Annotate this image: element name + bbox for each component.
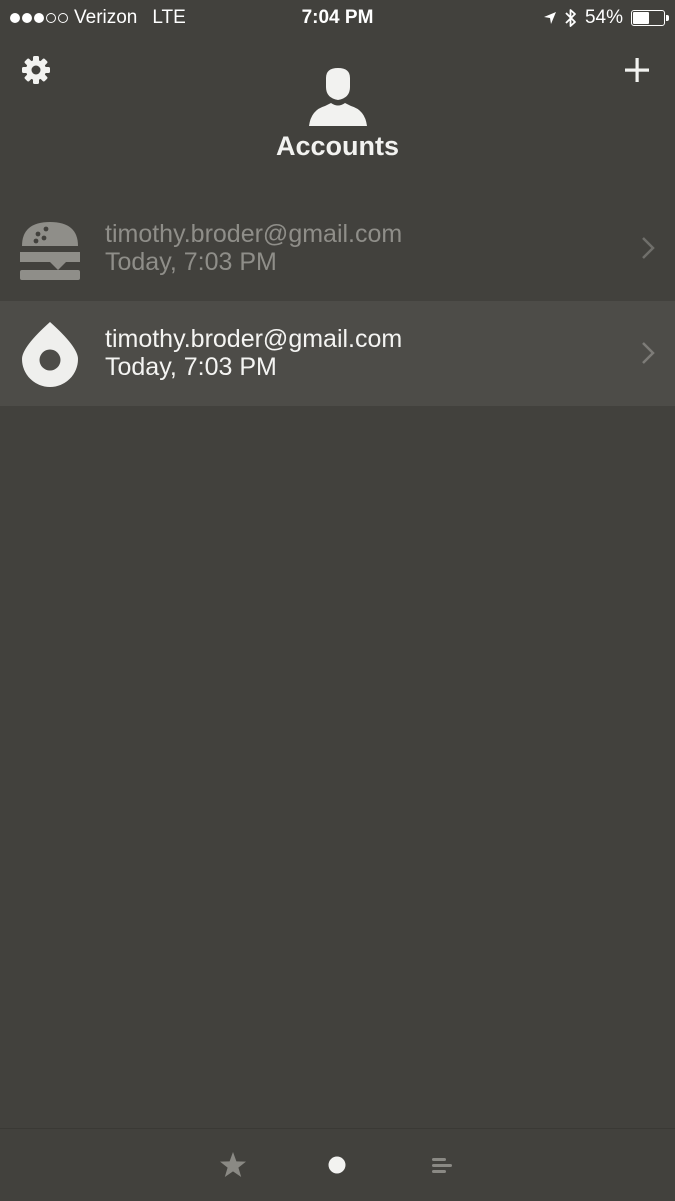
tab-bar — [0, 1128, 675, 1201]
circle-icon — [328, 1156, 346, 1174]
star-icon — [220, 1152, 246, 1177]
chevron-right-icon — [642, 237, 655, 259]
page-title: Accounts — [275, 131, 400, 161]
tab-favorites[interactable] — [213, 1149, 253, 1181]
chevron-right-icon — [642, 342, 655, 364]
account-timestamp: Today, 7:03 PM — [105, 353, 277, 381]
plus-icon — [625, 58, 649, 82]
account-row[interactable]: timothy.broder@gmail.com Today, 7:03 PM — [0, 301, 675, 406]
accounts-list: timothy.broder@gmail.com Today, 7:03 PM … — [0, 196, 675, 406]
gear-icon — [22, 56, 50, 84]
person-icon — [309, 68, 367, 126]
account-row[interactable]: timothy.broder@gmail.com Today, 7:03 PM — [0, 196, 675, 301]
list-icon — [432, 1158, 452, 1173]
battery-icon — [631, 10, 669, 26]
location-arrow-icon — [543, 12, 556, 24]
burger-icon — [20, 222, 80, 280]
account-info: timothy.broder@gmail.com Today, 7:03 PM — [105, 325, 402, 381]
drop-icon — [22, 322, 78, 387]
battery-percent: 54% — [584, 7, 623, 28]
tab-home[interactable] — [317, 1149, 357, 1181]
settings-button[interactable] — [20, 54, 52, 86]
add-account-button[interactable] — [621, 54, 653, 86]
account-timestamp: Today, 7:03 PM — [105, 248, 277, 276]
account-email: timothy.broder@gmail.com — [105, 220, 403, 248]
bluetooth-icon — [565, 9, 576, 27]
account-email: timothy.broder@gmail.com — [105, 325, 403, 353]
battery-fill — [633, 12, 649, 24]
account-info: timothy.broder@gmail.com Today, 7:03 PM — [105, 220, 402, 276]
status-bar: Verizon LTE 7:04 PM 54% — [0, 0, 675, 36]
navigation-header: Accounts — [0, 36, 675, 186]
status-right: 54% — [543, 7, 669, 29]
tab-list[interactable] — [421, 1149, 461, 1181]
